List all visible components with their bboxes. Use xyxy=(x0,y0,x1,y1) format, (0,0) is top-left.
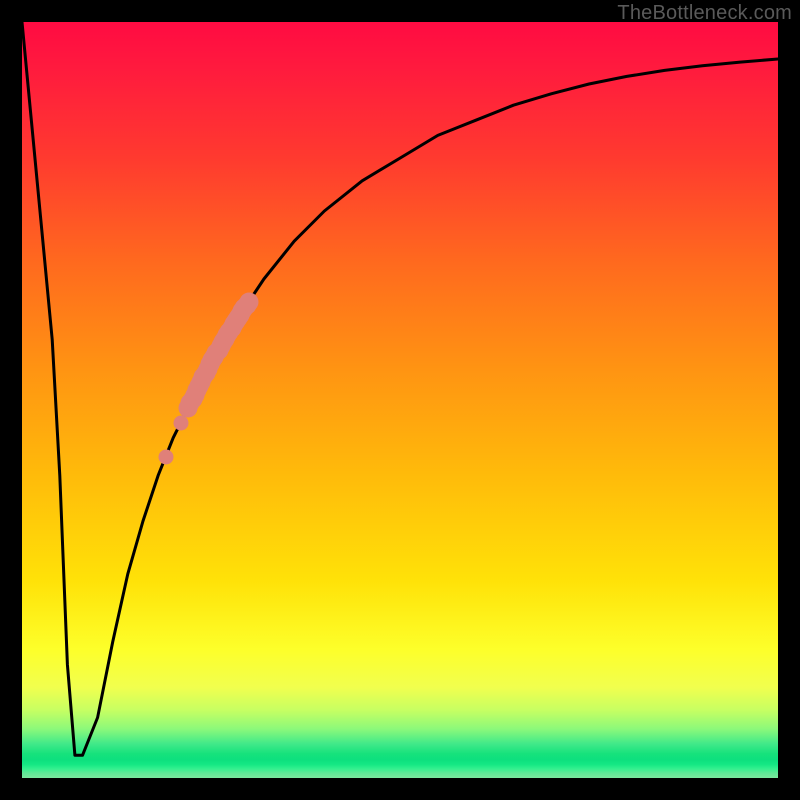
bottleneck-curve xyxy=(22,22,778,755)
chart-frame: TheBottleneck.com xyxy=(0,0,800,800)
curve-layer xyxy=(22,22,778,778)
highlight-dot xyxy=(173,415,188,430)
plot-area xyxy=(22,22,778,778)
highlight-dot xyxy=(158,449,173,464)
attribution-text: TheBottleneck.com xyxy=(617,2,792,25)
highlight-bar-seg xyxy=(239,292,258,311)
